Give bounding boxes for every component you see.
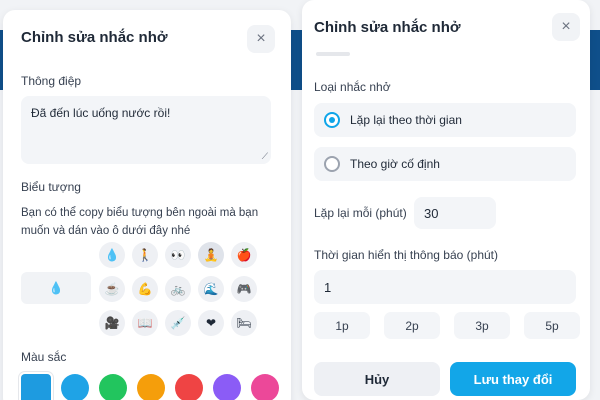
icon-label: Biểu tượng (21, 180, 81, 194)
swimming-icon[interactable]: 🌊 (198, 276, 224, 302)
book-icon[interactable]: 📖 (132, 310, 158, 336)
message-value: Đã đến lúc uống nước rồi! (31, 106, 171, 120)
reminder-type-label: Loại nhắc nhở (314, 80, 391, 94)
preset-5p-button[interactable]: 5p (524, 312, 580, 339)
duration-presets: 1p 2p 3p 5p (314, 312, 580, 339)
save-changes-button[interactable]: Lưu thay đổi (450, 362, 576, 396)
bed-icon[interactable]: 🛏 (231, 310, 257, 336)
color-label: Màu sắc (21, 350, 67, 364)
color-swatch-selected[interactable] (21, 374, 51, 400)
message-textarea[interactable]: Đã đến lúc uống nước rồi! ⟋ (21, 96, 271, 164)
gamepad-icon[interactable]: 🎮 (231, 276, 257, 302)
close-icon[interactable]: × (552, 13, 580, 41)
apple-icon[interactable]: 🍎 (231, 242, 257, 268)
color-swatch[interactable] (175, 374, 203, 400)
bicycle-icon[interactable]: 🚲 (165, 276, 191, 302)
eyes-icon[interactable]: 👀 (165, 242, 191, 268)
radio-repeat-by-time[interactable]: Lặp lại theo thời gian (314, 103, 576, 137)
meditation-icon[interactable]: 🧘 (198, 242, 224, 268)
syringe-icon[interactable]: 💉 (165, 310, 191, 336)
close-icon[interactable]: × (247, 25, 275, 53)
icon-picker-grid: 💧 🚶 👀 🧘 🍎 ☕ 💪 🚲 🌊 🎮 🎥 📖 💉 ❤ 🛏 (99, 242, 257, 336)
dialog-title: Chỉnh sửa nhắc nhở (314, 19, 461, 36)
color-swatch[interactable] (251, 374, 279, 400)
color-picker (21, 374, 279, 400)
message-label: Thông điệp (21, 74, 82, 88)
water-drop-icon[interactable]: 💧 (99, 242, 125, 268)
coffee-icon[interactable]: ☕ (99, 276, 125, 302)
icon-input[interactable]: 💧 (21, 272, 91, 304)
color-swatch[interactable] (213, 374, 241, 400)
radio-checked-icon[interactable] (324, 112, 340, 128)
edit-reminder-dialog-left: Chỉnh sửa nhắc nhở × Thông điệp Đã đến l… (3, 10, 291, 400)
water-drop-icon: 💧 (48, 281, 64, 295)
dialog-title: Chỉnh sửa nhắc nhở (21, 29, 168, 46)
icon-description: Bạn có thể copy biểu tượng bên ngoài mà … (21, 207, 259, 237)
backdrop-strip (590, 30, 600, 90)
color-swatch[interactable] (99, 374, 127, 400)
walking-person-icon[interactable]: 🚶 (132, 242, 158, 268)
preset-3p-button[interactable]: 3p (454, 312, 510, 339)
divider (316, 52, 350, 56)
resize-grip-icon[interactable]: ⟋ (262, 151, 268, 162)
radio-fixed-time[interactable]: Theo giờ cố định (314, 147, 576, 181)
radio-label: Theo giờ cố định (350, 157, 440, 171)
movie-camera-icon[interactable]: 🎥 (99, 310, 125, 336)
color-swatch[interactable] (137, 374, 165, 400)
radio-label: Lặp lại theo thời gian (350, 113, 462, 127)
cancel-button[interactable]: Hủy (314, 362, 440, 396)
preset-1p-button[interactable]: 1p (314, 312, 370, 339)
repeat-interval-input[interactable]: 30 (414, 197, 496, 229)
edit-reminder-dialog-right: Chỉnh sửa nhắc nhở × Loại nhắc nhở Lặp l… (302, 0, 590, 400)
preset-2p-button[interactable]: 2p (384, 312, 440, 339)
color-swatch[interactable] (61, 374, 89, 400)
display-duration-input[interactable]: 1 (314, 270, 576, 304)
radio-unchecked-icon[interactable] (324, 156, 340, 172)
display-duration-label: Thời gian hiển thị thông báo (phút) (314, 248, 498, 262)
heart-icon[interactable]: ❤ (198, 310, 224, 336)
repeat-interval-label: Lặp lại mỗi (phút) (314, 206, 407, 220)
flexed-arm-icon[interactable]: 💪 (132, 276, 158, 302)
